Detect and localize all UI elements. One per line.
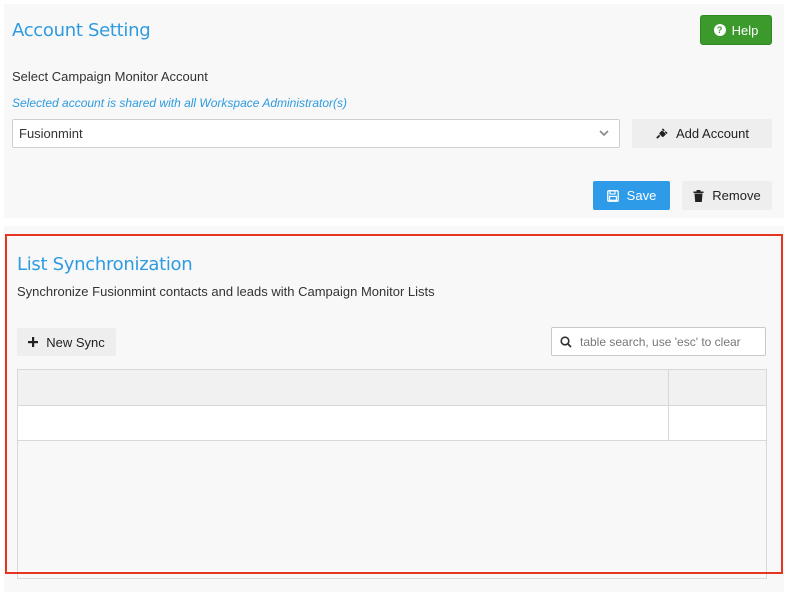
question-circle-icon: ? [713, 24, 726, 36]
table-search[interactable] [551, 327, 766, 356]
table-column-divider [668, 370, 669, 405]
save-button-label: Save [626, 188, 657, 203]
add-account-button[interactable]: Add Account [632, 119, 772, 148]
new-sync-button[interactable]: New Sync [17, 328, 116, 356]
search-icon [560, 335, 572, 348]
add-account-label: Add Account [676, 126, 749, 141]
select-account-label: Select Campaign Monitor Account [12, 69, 208, 84]
help-button[interactable]: ? Help [700, 15, 772, 45]
table-search-input[interactable] [580, 334, 760, 349]
remove-button[interactable]: Remove [682, 181, 772, 210]
table-header [18, 370, 766, 406]
list-synchronization-description: Synchronize Fusionmint contacts and lead… [17, 284, 435, 299]
account-select-value: Fusionmint [19, 126, 83, 141]
account-setting-title: Account Setting [12, 20, 151, 41]
table-column-divider [668, 406, 669, 440]
shared-account-note: Selected account is shared with all Work… [12, 96, 348, 110]
table-row[interactable] [18, 406, 766, 441]
list-synchronization-title: List Synchronization [17, 254, 193, 275]
account-select[interactable]: Fusionmint [12, 119, 620, 148]
new-sync-label: New Sync [46, 334, 105, 350]
remove-button-label: Remove [712, 188, 761, 203]
floppy-disk-icon [606, 189, 619, 202]
help-button-label: Help [731, 22, 759, 38]
chevron-down-icon [599, 130, 609, 137]
sync-table [17, 369, 767, 579]
trash-icon [693, 189, 704, 202]
save-button[interactable]: Save [593, 181, 670, 210]
plug-icon [656, 128, 668, 139]
plus-icon [28, 337, 39, 347]
